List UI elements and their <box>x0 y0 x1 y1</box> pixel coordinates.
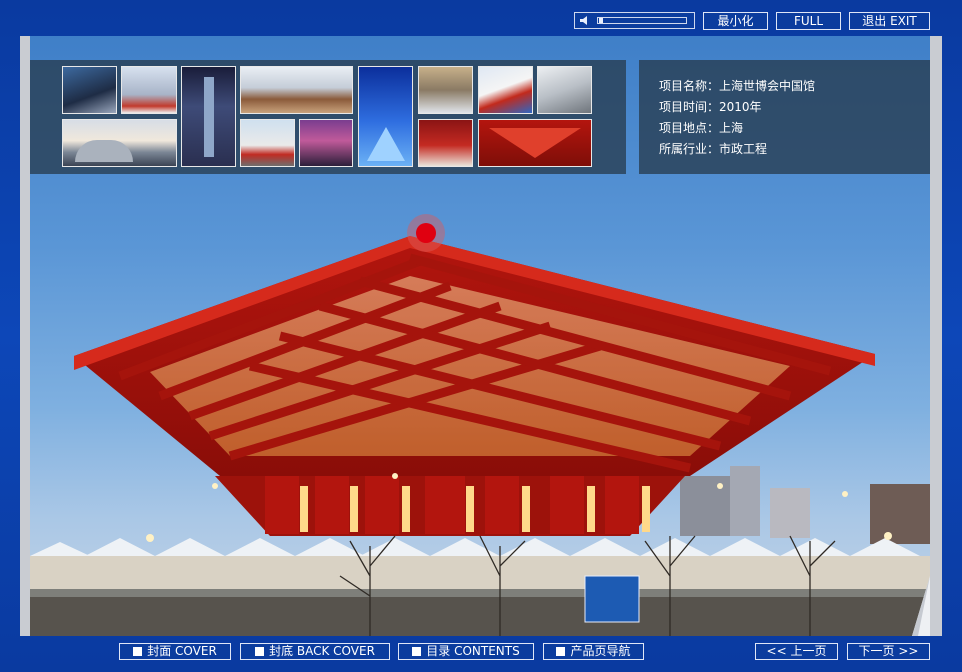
thumbnail-birds-nest[interactable] <box>240 66 353 114</box>
hotspot-dot[interactable] <box>416 223 436 243</box>
square-icon <box>556 647 566 656</box>
thumbnail-stadium-night[interactable] <box>62 66 117 114</box>
minimize-button[interactable]: 最小化 <box>703 12 768 30</box>
thumbnail-panel <box>30 60 626 174</box>
back-cover-label: 封底 BACK COVER <box>269 644 375 658</box>
thumbnail-glass-building-evening[interactable] <box>418 66 473 114</box>
thumbnail-logo-building[interactable] <box>478 66 533 114</box>
thumbnail-tower-skyscraper[interactable] <box>181 66 236 167</box>
thumbnail-red-white-building[interactable] <box>418 119 473 167</box>
project-location: 项目地点：上海 <box>659 121 744 135</box>
project-industry: 所属行业：市政工程 <box>659 142 768 156</box>
book-page[interactable]: 项目名称：上海世博会中国馆 项目时间：2010年 项目地点：上海 所属行业：市政… <box>20 36 942 636</box>
speaker-icon <box>580 16 587 25</box>
thumbnail-white-curved-building[interactable] <box>537 66 592 114</box>
project-info-panel: 项目名称：上海世博会中国馆 项目时间：2010年 项目地点：上海 所属行业：市政… <box>639 60 930 174</box>
back-cover-button[interactable]: 封底 BACK COVER <box>240 643 390 660</box>
thumbnail-opera-house-dusk[interactable] <box>62 119 177 167</box>
page-content: 项目名称：上海世博会中国馆 项目时间：2010年 项目地点：上海 所属行业：市政… <box>30 36 930 636</box>
exit-button[interactable]: 退出 EXIT <box>849 12 930 30</box>
top-toolbar: 最小化 FULL 退出 EXIT <box>0 0 962 36</box>
fullscreen-button[interactable]: FULL <box>776 12 841 30</box>
photo-hotspot[interactable] <box>407 214 445 252</box>
square-icon <box>133 647 143 656</box>
thumbnail-city-skyline[interactable] <box>299 119 353 167</box>
thumbnail-red-flag-square[interactable] <box>240 119 295 167</box>
volume-control[interactable] <box>574 12 695 29</box>
volume-slider-thumb[interactable] <box>599 18 603 23</box>
project-name: 项目名称：上海世博会中国馆 <box>659 79 816 93</box>
previous-page-button[interactable]: << 上一页 <box>755 643 838 660</box>
volume-slider-track[interactable] <box>597 17 687 24</box>
cover-button[interactable]: 封面 COVER <box>119 643 231 660</box>
square-icon <box>255 647 265 656</box>
product-nav-label: 产品页导航 <box>570 644 631 658</box>
next-page-button[interactable]: 下一页 >> <box>847 643 930 660</box>
thumbnail-china-pavilion[interactable] <box>478 119 592 167</box>
thumbnail-office-building[interactable] <box>121 66 177 114</box>
square-icon <box>412 647 422 656</box>
page-curl-corner[interactable] <box>912 576 930 636</box>
project-time: 项目时间：2010年 <box>659 100 762 114</box>
contents-label: 目录 CONTENTS <box>426 644 520 658</box>
cover-label: 封面 COVER <box>147 644 217 658</box>
contents-button[interactable]: 目录 CONTENTS <box>398 643 534 660</box>
thumbnail-blue-glass-building[interactable] <box>358 66 413 167</box>
product-nav-button[interactable]: 产品页导航 <box>543 643 644 660</box>
